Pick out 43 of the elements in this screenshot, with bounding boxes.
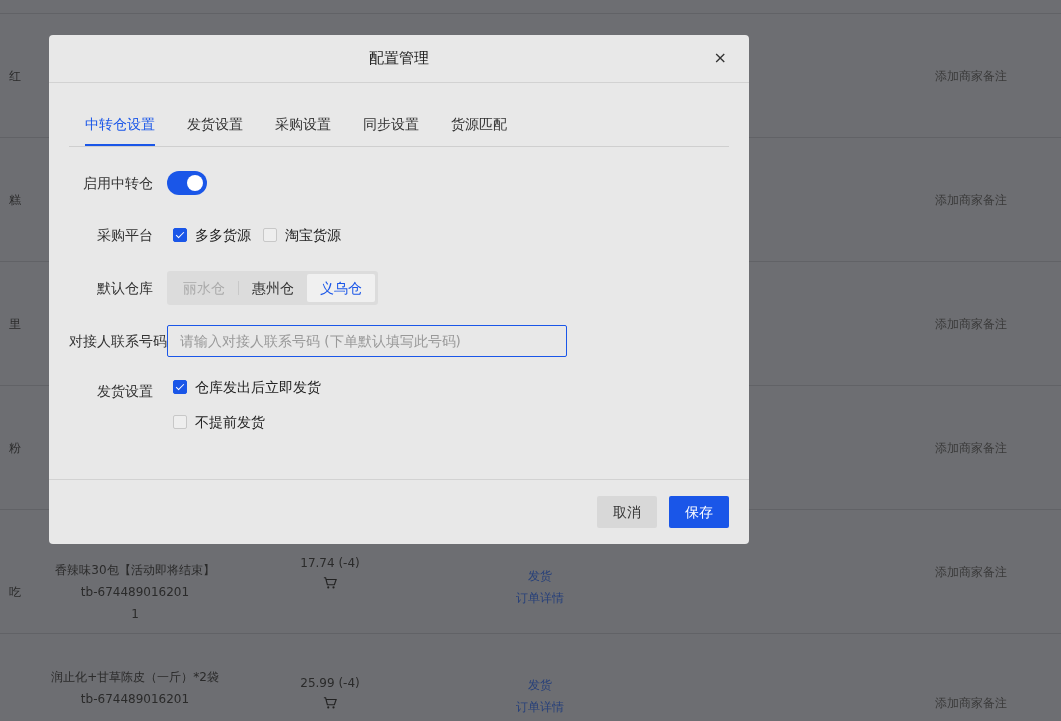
table-cell-text: 糕	[9, 191, 21, 209]
table-cell-text: tb-674489016201	[80, 691, 190, 708]
toggle-switch[interactable]	[167, 171, 207, 195]
table-cell-text: 1	[131, 605, 139, 623]
action-link[interactable]: 发货	[528, 676, 552, 694]
segment-option[interactable]: 义乌仓	[307, 274, 375, 303]
table-cell-text: 香辣味30包【活动即将结束】	[55, 561, 215, 579]
cart-icon[interactable]	[323, 696, 337, 710]
option-label: 淘宝货源	[285, 225, 341, 245]
segment-option[interactable]: 惠州仓	[239, 274, 307, 303]
tab[interactable]: 同步设置	[363, 113, 419, 146]
field-label: 启用中转仓	[82, 173, 154, 193]
field-label: 采购平台	[96, 225, 154, 245]
tab[interactable]: 中转仓设置	[85, 113, 155, 146]
field-label: 对接人联系号码	[69, 332, 167, 352]
price-text: 25.99 (-4)	[300, 675, 360, 692]
tab[interactable]: 货源匹配	[451, 113, 507, 146]
tab[interactable]: 发货设置	[187, 113, 243, 146]
checkbox[interactable]	[173, 380, 187, 395]
table-cell-text: 粉	[9, 439, 21, 457]
checkbox[interactable]	[173, 228, 187, 242]
option-label: 多多货源	[195, 225, 251, 245]
field-label: 默认仓库	[96, 279, 154, 298]
close-button[interactable]: ×	[709, 48, 731, 68]
cart-icon[interactable]	[323, 575, 337, 590]
table-cell-text: tb-674489016201	[80, 583, 190, 601]
table-cell-text: 吃	[9, 583, 21, 601]
save-button[interactable]: 保存	[669, 496, 729, 528]
table-cell-text: 红	[9, 67, 21, 85]
option-label: 仓库发出后立即发货	[195, 378, 321, 398]
action-link[interactable]: 订单详情	[516, 698, 564, 716]
checkbox[interactable]	[173, 414, 187, 429]
tab[interactable]: 采购设置	[275, 113, 331, 146]
action-link[interactable]: 订单详情	[516, 588, 564, 607]
input-field[interactable]: 请输入对接人联系号码 (下单默认填写此号码)	[167, 325, 567, 358]
cancel-button[interactable]: 取消	[597, 496, 657, 528]
checkbox[interactable]	[263, 228, 277, 242]
field-label: 发货设置	[96, 382, 154, 402]
price-text: 17.74 (-4)	[300, 554, 360, 572]
option-label: 不提前发货	[195, 412, 265, 432]
dialog-title: 配置管理	[369, 48, 429, 70]
table-cell-text: 里	[9, 315, 21, 333]
action-link[interactable]: 发货	[528, 566, 552, 585]
